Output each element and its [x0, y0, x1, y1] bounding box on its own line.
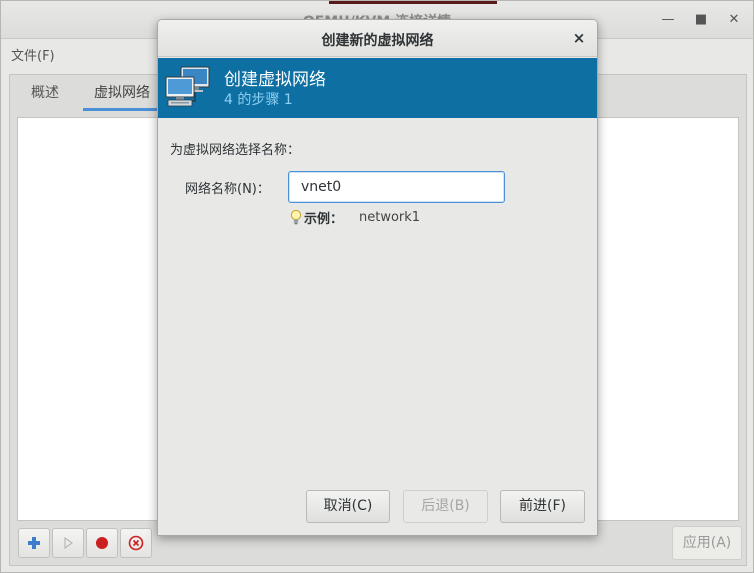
record-icon: [96, 537, 108, 549]
dialog-title: 创建新的虚拟网络: [321, 33, 434, 49]
example-hint: 示例： network1: [290, 208, 421, 227]
maximize-icon[interactable]: ■: [692, 12, 710, 28]
tab-overview[interactable]: 概述: [20, 83, 70, 111]
lightbulb-icon: [290, 209, 302, 225]
hint-label: 示例：: [304, 211, 344, 227]
network-icon: [165, 66, 210, 107]
stop-icon: [128, 535, 144, 551]
titlebar-accent: [329, 1, 497, 4]
minimize-icon[interactable]: —: [659, 12, 677, 28]
add-network-button[interactable]: [18, 528, 50, 558]
forward-button[interactable]: 前进(F): [500, 490, 585, 523]
start-network-button[interactable]: [52, 528, 84, 558]
create-network-dialog: 创建新的虚拟网络 × 创建虚拟网络 4 的步骤 1 为虚拟网络选择名称： 网络名…: [157, 19, 598, 536]
dialog-titlebar: 创建新的虚拟网络 ×: [158, 20, 597, 57]
add-icon: [28, 537, 40, 549]
close-icon[interactable]: ×: [570, 29, 588, 47]
network-name-label: 网络名称(N)：: [185, 182, 270, 197]
tab-virtual-networks[interactable]: 虚拟网络: [83, 83, 161, 111]
banner-title: 创建虚拟网络: [224, 70, 326, 90]
delete-network-button[interactable]: [120, 528, 152, 558]
name-prompt: 为虚拟网络选择名称：: [170, 143, 301, 158]
close-icon[interactable]: ✕: [725, 12, 743, 28]
apply-button[interactable]: 应用(A): [672, 526, 742, 560]
cancel-button[interactable]: 取消(C): [306, 490, 390, 523]
stop-network-button[interactable]: [86, 528, 118, 558]
menu-file[interactable]: 文件(F): [11, 45, 55, 64]
banner-step: 4 的步骤 1: [224, 92, 293, 108]
back-button[interactable]: 后退(B): [403, 490, 488, 523]
hint-value: network1: [359, 209, 421, 225]
play-icon: [64, 537, 74, 549]
wizard-banner: 创建虚拟网络 4 的步骤 1: [158, 58, 597, 118]
network-name-input[interactable]: [288, 171, 505, 203]
